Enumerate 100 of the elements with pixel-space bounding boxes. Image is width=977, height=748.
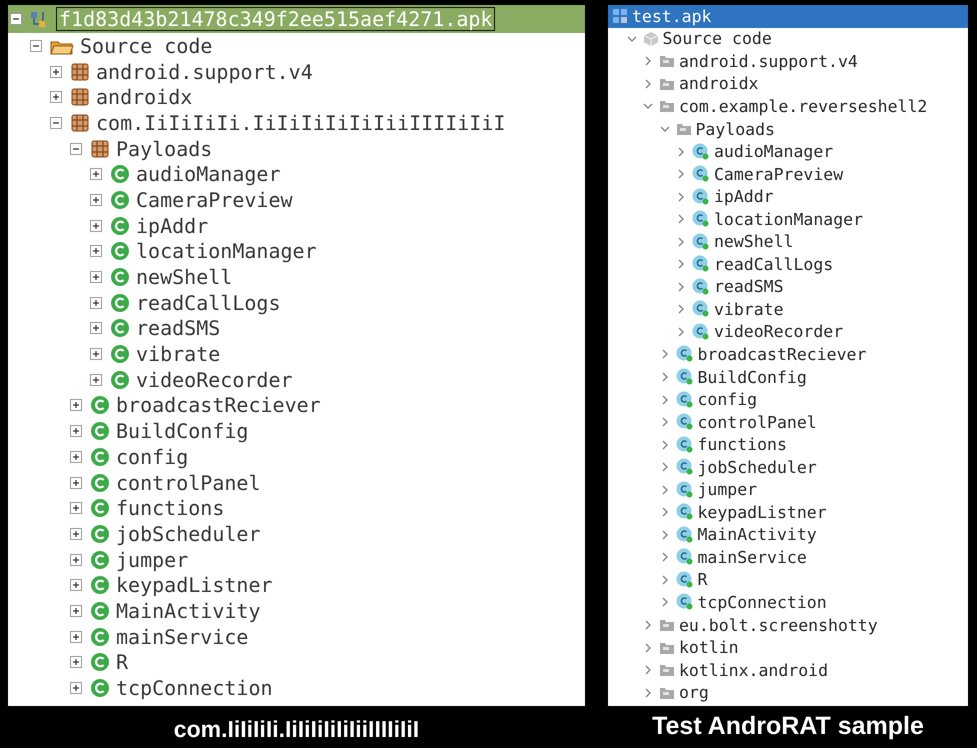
tree-row[interactable]: org	[608, 681, 968, 704]
tree-row[interactable]: keypadListner	[608, 501, 968, 524]
chevron-right-icon[interactable]	[660, 372, 670, 382]
chevron-right-icon[interactable]	[660, 417, 670, 428]
expand-icon[interactable]	[90, 296, 102, 309]
tree-row[interactable]: BuildConfig	[10, 418, 585, 444]
tree-row[interactable]: broadcastReciever	[608, 343, 968, 366]
chevron-right-icon[interactable]	[660, 552, 670, 562]
tree-row[interactable]: jobScheduler	[10, 521, 585, 547]
chevron-right-icon[interactable]	[676, 214, 686, 224]
tree-row[interactable]: readSMS	[608, 276, 968, 298]
tree-row[interactable]: ipAddr	[10, 212, 585, 238]
chevron-right-icon[interactable]	[676, 192, 686, 202]
tree-row[interactable]: ipAddr	[608, 185, 968, 208]
expand-icon[interactable]	[70, 528, 82, 540]
expand-icon[interactable]	[90, 194, 102, 206]
chevron-right-icon[interactable]	[676, 282, 686, 292]
collapse-icon[interactable]	[50, 116, 62, 129]
chevron-right-icon[interactable]	[643, 642, 653, 653]
chevron-right-icon[interactable]	[660, 349, 670, 360]
tree-row[interactable]: audioManager	[608, 140, 968, 163]
tree-row[interactable]: com.IiIiIiIi.IiIiIiIiIiIiiIIIIiIiI	[10, 110, 585, 136]
collapse-icon[interactable]	[10, 13, 22, 25]
tree-row[interactable]: kotlin	[608, 636, 968, 659]
chevron-right-icon[interactable]	[676, 169, 686, 180]
tree-row[interactable]: videoRecorder	[10, 366, 585, 393]
chevron-right-icon[interactable]	[643, 78, 653, 89]
expand-icon[interactable]	[70, 399, 82, 412]
tree-row[interactable]: controlPanel	[10, 470, 585, 496]
expand-icon[interactable]	[70, 682, 82, 694]
tree-row[interactable]: MainActivity	[10, 598, 585, 624]
collapse-icon[interactable]	[70, 142, 82, 155]
expand-icon[interactable]	[70, 502, 82, 514]
tree-row[interactable]: tcpConnection	[608, 591, 968, 614]
expand-icon[interactable]	[90, 168, 102, 180]
chevron-right-icon[interactable]	[660, 394, 670, 405]
tree-row[interactable]: functions	[608, 433, 968, 456]
chevron-right-icon[interactable]	[660, 462, 670, 472]
chevron-right-icon[interactable]	[643, 56, 653, 66]
tree-row[interactable]: jumper	[10, 546, 585, 572]
tree-row[interactable]: CameraPreview	[10, 187, 585, 213]
tree-row[interactable]: newShell	[608, 230, 968, 254]
tree-row[interactable]: readCallLogs	[608, 253, 968, 276]
chevron-down-icon[interactable]	[660, 124, 670, 134]
expand-icon[interactable]	[90, 322, 102, 334]
chevron-right-icon[interactable]	[643, 620, 653, 630]
tree-row[interactable]: config	[10, 444, 585, 470]
expand-icon[interactable]	[70, 604, 82, 617]
tree-row[interactable]: androidx	[608, 72, 968, 96]
tree-row[interactable]: jobScheduler	[608, 456, 968, 478]
chevron-right-icon[interactable]	[660, 507, 670, 518]
tree-row[interactable]: android.support.v4	[10, 58, 585, 84]
tree-row[interactable]: audioManager	[10, 161, 585, 188]
chevron-right-icon[interactable]	[676, 259, 686, 270]
tree-row[interactable]: newShell	[10, 264, 585, 290]
chevron-right-icon[interactable]	[676, 304, 686, 314]
tree-row[interactable]: config	[608, 388, 968, 411]
tree-row[interactable]: R	[608, 568, 968, 592]
tree-row[interactable]: Source code	[10, 33, 585, 59]
expand-icon[interactable]	[90, 220, 102, 232]
tree-row[interactable]: functions	[10, 495, 585, 522]
collapse-icon[interactable]	[30, 40, 42, 52]
tree-row[interactable]: mainService	[10, 624, 585, 650]
tree-row[interactable]: BuildConfig	[608, 366, 968, 388]
chevron-right-icon[interactable]	[676, 146, 686, 157]
tree-row[interactable]: videoRecorder	[608, 320, 968, 344]
tree-row[interactable]: Payloads	[608, 118, 968, 140]
chevron-right-icon[interactable]	[660, 597, 670, 608]
expand-icon[interactable]	[50, 66, 62, 78]
tree-row[interactable]: tcpConnection	[10, 675, 585, 701]
chevron-right-icon[interactable]	[660, 440, 670, 450]
tree-row[interactable]: locationManager	[608, 208, 968, 230]
chevron-right-icon[interactable]	[643, 688, 653, 698]
expand-icon[interactable]	[70, 450, 82, 463]
tree-row[interactable]: jumper	[608, 478, 968, 502]
tree-row[interactable]: controlPanel	[608, 410, 968, 434]
expand-icon[interactable]	[50, 91, 62, 104]
expand-icon[interactable]	[90, 348, 102, 360]
chevron-right-icon[interactable]	[660, 530, 670, 540]
tree-row[interactable]: CameraPreview	[608, 162, 968, 186]
chevron-right-icon[interactable]	[676, 326, 686, 337]
expand-icon[interactable]	[70, 579, 82, 592]
tree-row[interactable]: keypadListner	[10, 572, 585, 598]
tree-row[interactable]: eu.bolt.screenshotty	[608, 614, 968, 636]
expand-icon[interactable]	[70, 425, 82, 438]
expand-icon[interactable]	[90, 245, 102, 258]
expand-icon[interactable]	[90, 374, 102, 386]
tree-row[interactable]: test.apk	[608, 5, 968, 28]
expand-icon[interactable]	[70, 630, 82, 643]
chevron-right-icon[interactable]	[660, 574, 670, 585]
tree-row[interactable]: vibrate	[608, 298, 968, 321]
tree-row[interactable]: readSMS	[10, 316, 585, 342]
tree-row[interactable]: android.support.v4	[608, 50, 968, 73]
tree-row[interactable]: androidx	[10, 84, 585, 110]
tree-row[interactable]: kotlinx.android	[608, 658, 968, 682]
tree-row[interactable]: readCallLogs	[10, 290, 585, 316]
chevron-right-icon[interactable]	[676, 236, 686, 247]
tree-row[interactable]: MainActivity	[608, 524, 968, 546]
tree-row[interactable]: R	[10, 650, 585, 676]
expand-icon[interactable]	[90, 271, 102, 284]
